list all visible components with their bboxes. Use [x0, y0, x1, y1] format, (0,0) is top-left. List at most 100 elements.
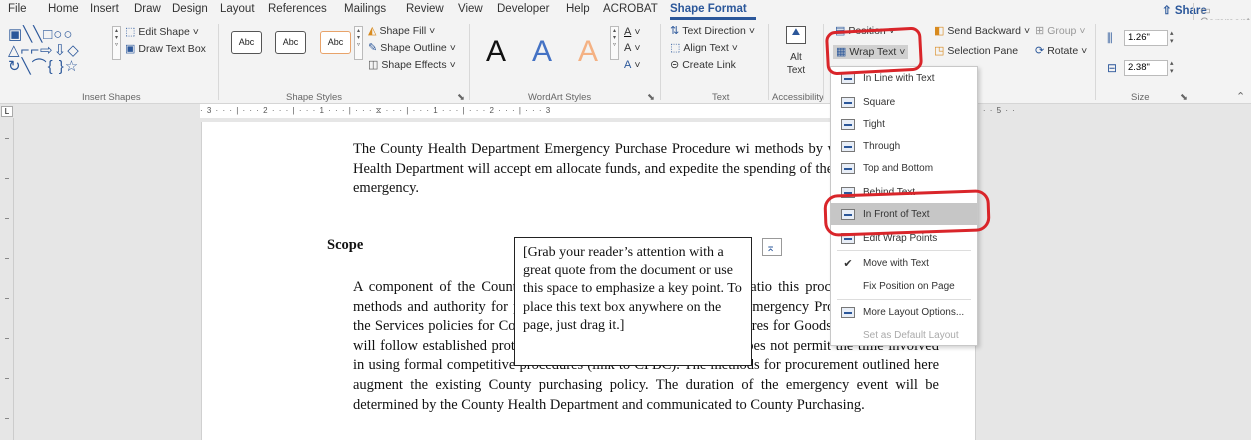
menu-item-label: More Layout Options... [863, 306, 965, 318]
menu-item-move-with-text[interactable]: ✔ Move with Text [831, 252, 977, 274]
menu-item-fix-position[interactable]: Fix Position on Page [831, 275, 977, 297]
ribbon-tabs: File Home Insert Draw Design Layout Refe… [0, 0, 1251, 29]
menu-item-top-bottom[interactable]: Top and Bottom [831, 157, 977, 179]
selection-pane-button[interactable]: ◳ Selection Pane [934, 45, 1018, 57]
dialog-launcher-icon[interactable]: ⬊ [1180, 92, 1188, 103]
tab-developer[interactable]: Developer [497, 3, 549, 15]
tab-help[interactable]: Help [566, 3, 590, 15]
share-icon: ⇧ [1162, 5, 1175, 17]
shape-styles-scroll[interactable]: ▴ ▾ ▿ [354, 26, 363, 60]
text-fill-button[interactable]: A ˅ [624, 26, 640, 38]
tab-layout[interactable]: Layout [220, 3, 255, 15]
edit-shape-label: Edit Shape [138, 26, 190, 38]
chevron-down-icon: ˅ [731, 42, 738, 54]
shape-height-field[interactable]: 1.26" [1124, 30, 1168, 46]
tab-view[interactable]: View [458, 3, 483, 15]
chevron-down-icon: ˅ [1079, 25, 1086, 37]
tab-draw[interactable]: Draw [134, 3, 161, 15]
shape-effects-label: Shape Effects [381, 59, 447, 71]
create-link-button[interactable]: ⊝ Create Link [670, 59, 736, 71]
tab-acrobat[interactable]: ACROBAT [603, 3, 658, 15]
send-backward-button[interactable]: ◧ Send Backward ˅ [934, 25, 1030, 37]
text-direction-label: Text Direction [682, 25, 746, 37]
tab-references[interactable]: References [268, 3, 327, 15]
shape-width-icon: ⊟ [1107, 61, 1118, 75]
square-wrap-icon [841, 96, 855, 108]
tab-insert[interactable]: Insert [90, 3, 119, 15]
tab-stop-selector[interactable]: L [1, 106, 13, 117]
menu-item-tight[interactable]: Tight [831, 113, 977, 135]
chevron-down-icon: ˅ [634, 26, 641, 38]
layout-options-button[interactable]: ⌅ [762, 238, 782, 256]
collapse-ribbon-icon[interactable]: ⌃ [1236, 90, 1245, 103]
paint-bucket-icon: ◭ [368, 24, 377, 37]
text-direction-icon: ⇅ [670, 24, 680, 37]
ruler-tick [5, 298, 9, 299]
tab-shape-format[interactable]: Shape Format [670, 3, 747, 15]
shape-style-1[interactable]: Abc [231, 31, 262, 54]
tab-design[interactable]: Design [172, 3, 208, 15]
ribbon-separator [768, 24, 769, 100]
ruler-tick [5, 218, 9, 219]
text-effects-button[interactable]: A ˅ [624, 59, 640, 71]
shape-effects-icon: ◫ [368, 58, 379, 71]
pull-quote-text-box[interactable]: [Grab your reader’s attention with a gre… [514, 237, 752, 366]
group-button[interactable]: ⊞ Group ˅ [1035, 25, 1086, 37]
align-text-button[interactable]: ⬚ Align Text ˅ [670, 42, 738, 54]
ribbon-separator [1095, 24, 1096, 100]
wordart-scroll[interactable]: ▴ ▾ ▿ [610, 26, 619, 60]
shape-effects-button[interactable]: ◫ Shape Effects ˅ [368, 59, 456, 71]
shape-outline-button[interactable]: ✎ Shape Outline ˅ [368, 42, 456, 54]
ruler-tick [5, 378, 9, 379]
ruler-tick [5, 258, 9, 259]
ribbon-separator [218, 24, 219, 100]
shapes-gallery-scroll[interactable]: ▴ ▾ ▿ [112, 26, 121, 60]
draw-text-box-button[interactable]: ▣ Draw Text Box [125, 43, 206, 55]
ribbon: ▣╲╲□○○ △⌐⌐⇨⇩◇ ↻╲⌒{ }☆ ▴ ▾ ▿ ⬚ Edit Shape ˅ ▣ Dr… [0, 20, 1251, 104]
edit-shape-button[interactable]: ⬚ Edit Shape ˅ [125, 26, 199, 38]
group-label-size: Size [1131, 92, 1150, 103]
menu-item-square[interactable]: Square [831, 91, 977, 113]
tab-home[interactable]: Home [48, 3, 79, 15]
heading-scope[interactable]: Scope [327, 237, 363, 254]
shape-outline-label: Shape Outline [380, 42, 447, 54]
tab-review[interactable]: Review [406, 3, 444, 15]
shape-style-2[interactable]: Abc [275, 31, 306, 54]
layout-options-icon [841, 306, 855, 318]
top-bottom-wrap-icon [841, 162, 855, 174]
rotate-icon: ⟳ [1035, 44, 1045, 57]
shape-fill-button[interactable]: ◭ Shape Fill ˅ [368, 25, 435, 37]
shapes-gallery[interactable]: ▣╲╲□○○ △⌐⌐⇨⇩◇ ↻╲⌒{ }☆ [8, 27, 112, 75]
wordart-style-1[interactable]: A [486, 35, 506, 69]
chevron-down-icon: ˅ [429, 25, 436, 37]
chevron-down-icon: ˅ [449, 42, 456, 54]
text-outline-button[interactable]: A ˅ [624, 42, 640, 54]
chevron-down-icon: ˅ [1023, 25, 1031, 37]
annotation-circle-wrap-text [824, 26, 924, 76]
ruler-tick [5, 338, 9, 339]
wordart-style-2[interactable]: A [532, 35, 552, 69]
alt-text-button[interactable]: ⛰ Alt Text [776, 24, 816, 84]
height-spinner[interactable]: ▴ ▾ [1170, 30, 1174, 46]
shape-style-3[interactable]: Abc [320, 31, 351, 54]
group-icon: ⊞ [1035, 24, 1045, 37]
dialog-launcher-icon[interactable]: ⬊ [457, 92, 465, 103]
dialog-launcher-icon[interactable]: ⬊ [647, 92, 655, 103]
menu-item-through[interactable]: Through [831, 135, 977, 157]
vertical-ruler[interactable] [0, 118, 14, 440]
wordart-style-3[interactable]: A [578, 35, 598, 69]
create-link-label: Create Link [682, 59, 736, 71]
alt-text-label-1: Alt [790, 52, 802, 63]
text-direction-button[interactable]: ⇅ Text Direction ˅ [670, 25, 755, 37]
align-text-label: Align Text [683, 42, 729, 54]
rotate-button[interactable]: ⟳ Rotate ˅ [1035, 45, 1087, 57]
menu-item-label: Set as Default Layout [863, 329, 959, 341]
tab-mailings[interactable]: Mailings [344, 3, 386, 15]
tab-file[interactable]: File [8, 3, 27, 15]
menu-separator [837, 299, 971, 300]
width-spinner[interactable]: ▴ ▾ [1170, 60, 1174, 76]
shape-width-field[interactable]: 2.38" [1124, 60, 1168, 76]
annotation-circle-in-front [823, 189, 991, 237]
horizontal-ruler-right: · · · 5 · · [976, 106, 1016, 115]
menu-item-more-layout-options[interactable]: More Layout Options... [831, 301, 977, 323]
